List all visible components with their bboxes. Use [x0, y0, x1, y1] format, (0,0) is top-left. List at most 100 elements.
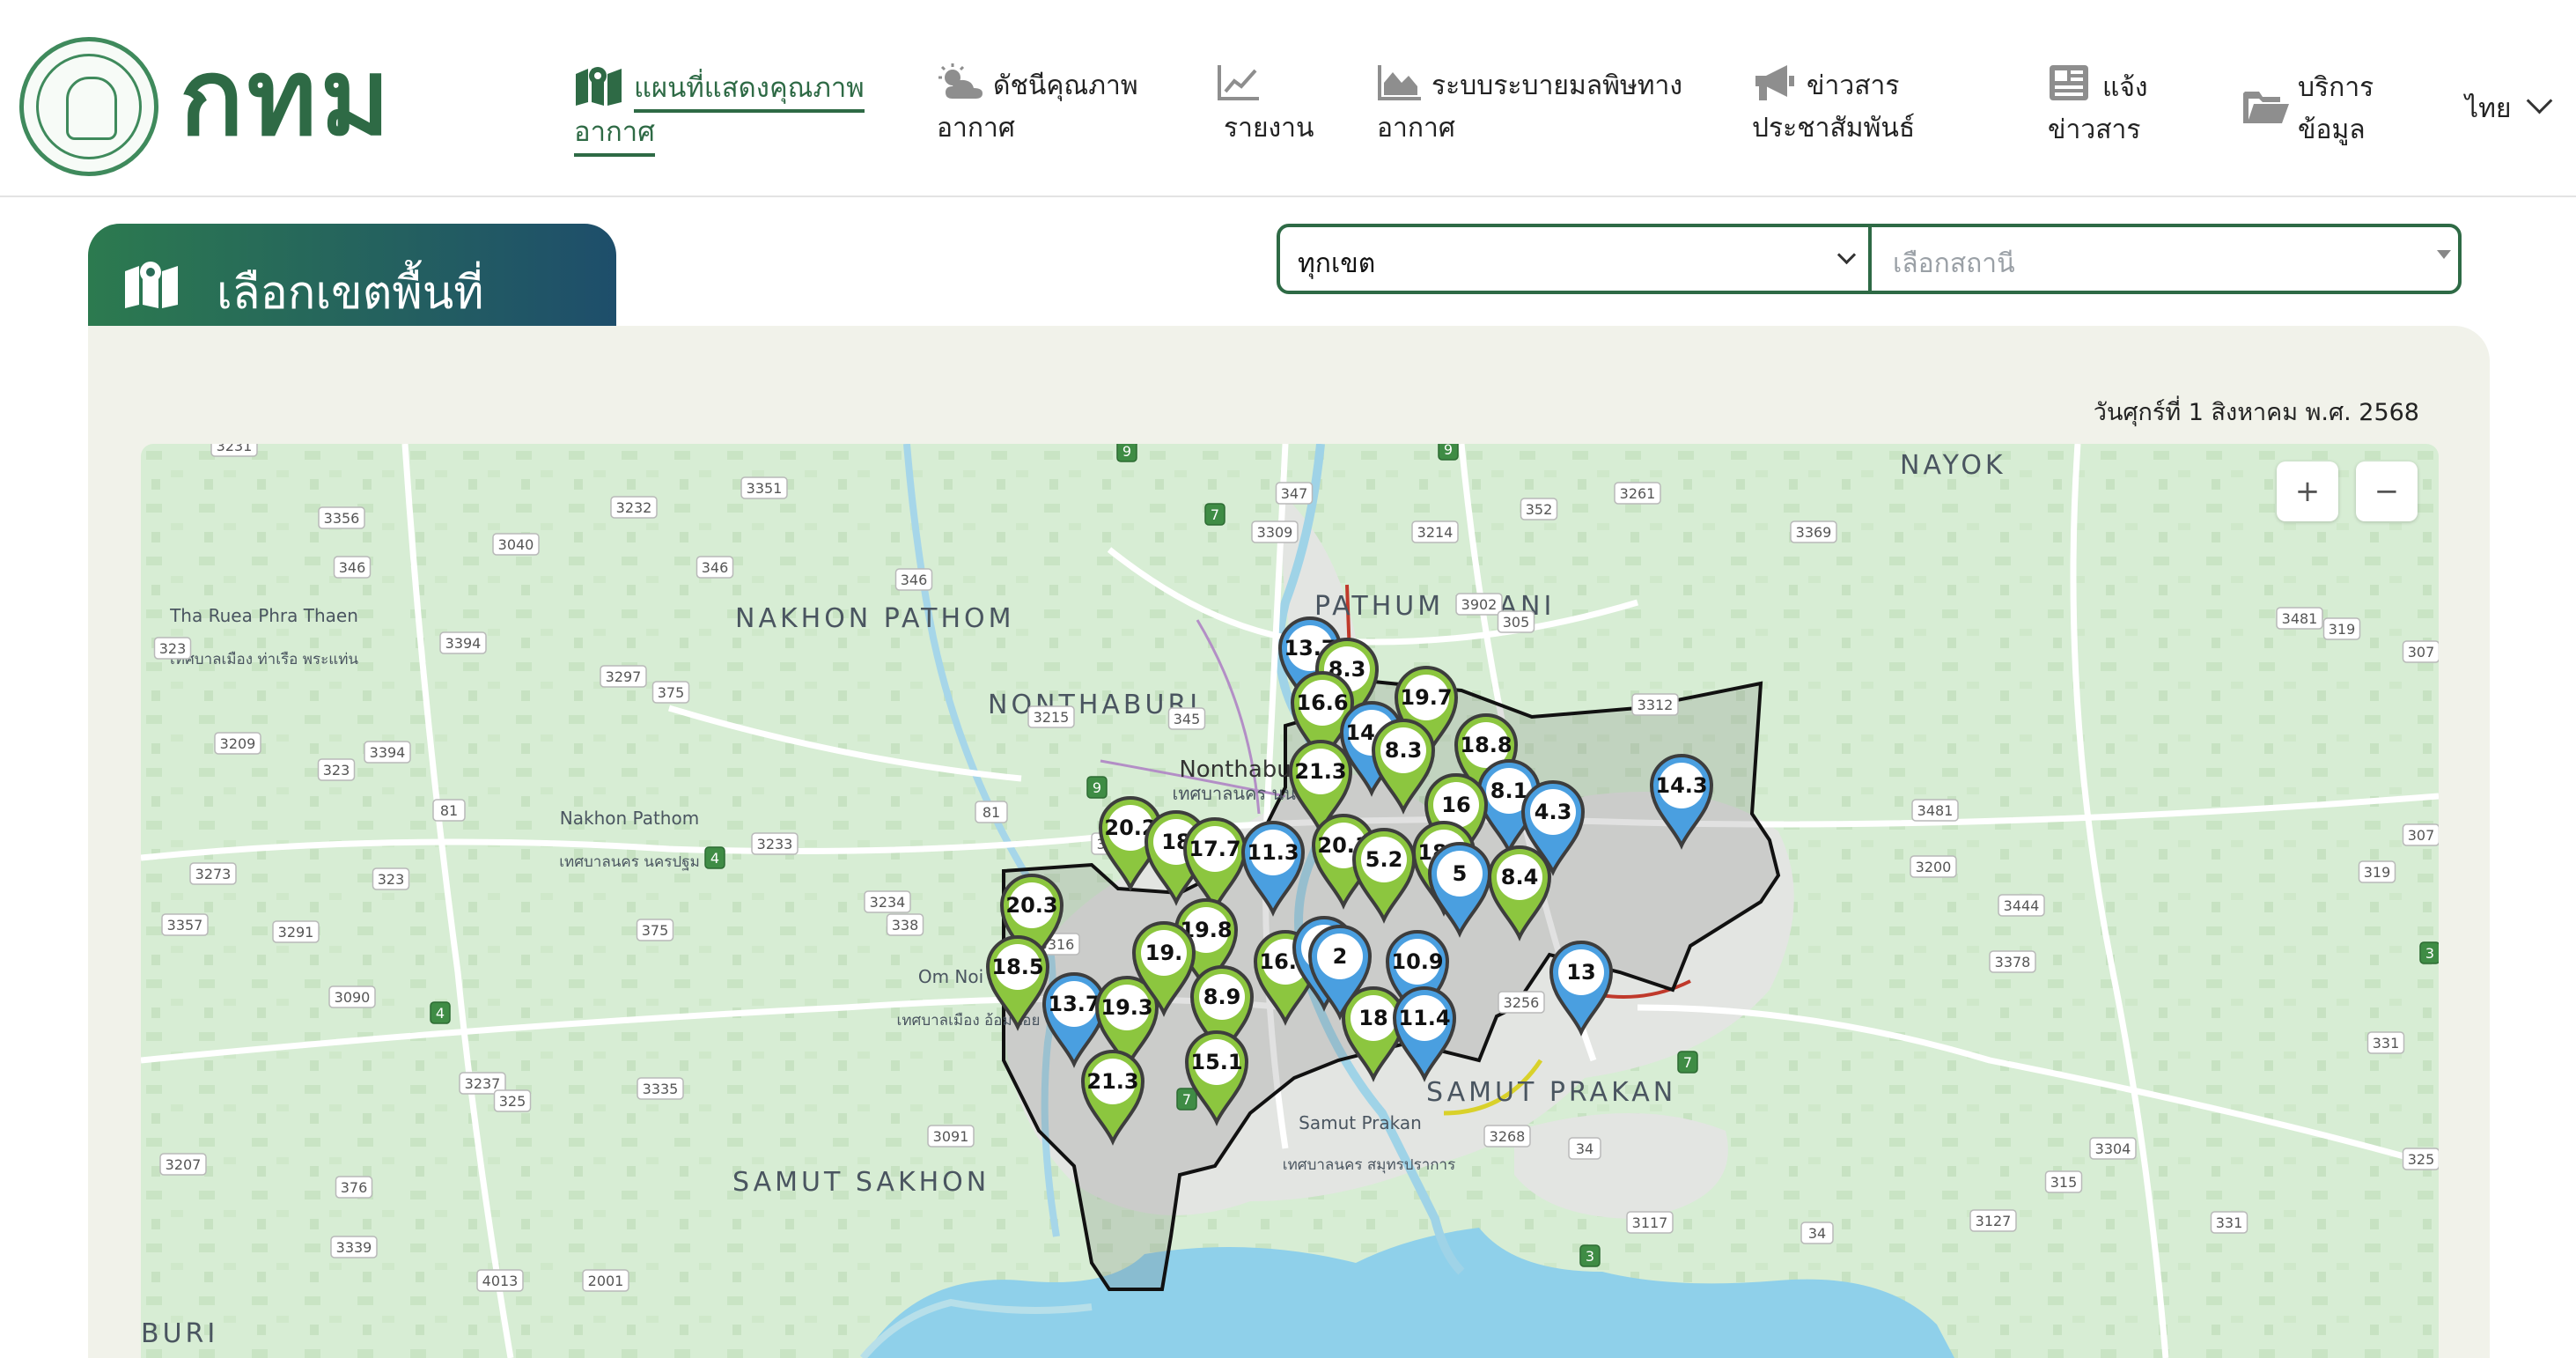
province-label: NAKHON PATHOM	[735, 603, 1015, 634]
road-number-label: 323	[153, 637, 192, 660]
zoom-out-button[interactable]: −	[2356, 461, 2418, 521]
svg-text:3234: 3234	[870, 894, 906, 911]
road-number-label: 3040	[492, 533, 540, 556]
road-number-label: 3	[1579, 1244, 1601, 1267]
nav-public-relations-news[interactable]: ข่าวสาร ประชาสัมพันธ์	[1752, 63, 1963, 160]
svg-text:3309: 3309	[1257, 524, 1293, 541]
chevron-down-icon[interactable]	[1836, 245, 1857, 265]
nav-label-line1: แผนที่แสดงคุณภาพ	[634, 67, 865, 113]
city-label: เทศบาลนคร สมุทรปราการ	[1283, 1156, 1455, 1174]
road-number-label: 331	[2210, 1211, 2248, 1234]
road-number-label: 7	[1204, 503, 1225, 526]
svg-text:3312: 3312	[1638, 697, 1674, 713]
air-quality-map[interactable]: NAKHON PATHOM NONTHABURI PATHUM THANI SA…	[141, 444, 2439, 1358]
road-number-label: 3356	[318, 506, 365, 529]
svg-text:3481: 3481	[1917, 802, 1954, 819]
svg-text:81: 81	[983, 804, 1000, 821]
svg-text:3127: 3127	[1976, 1213, 2012, 1229]
road-number-label: 3	[2419, 941, 2439, 964]
svg-text:3117: 3117	[1632, 1214, 1668, 1231]
svg-text:331: 331	[2373, 1035, 2400, 1052]
nav-label-line2: รายงาน	[1224, 113, 1314, 144]
nav-label-line1: ข่าวสาร	[1807, 70, 1900, 101]
logo-wordmark[interactable]: กทม	[180, 46, 394, 151]
station-marker-value: 18	[1358, 1006, 1387, 1030]
station-marker-value: 20.3	[1005, 893, 1057, 918]
svg-text:3: 3	[2425, 945, 2434, 962]
station-marker-value: 19.7	[1400, 685, 1452, 710]
nav-label-line2: อากาศ	[1377, 113, 1455, 144]
svg-text:9: 9	[1093, 779, 1101, 796]
nav-label-line1: ดัชนีคุณภาพ	[993, 70, 1138, 101]
nav-aqi[interactable]: ดัชนีคุณภาพ อากาศ	[937, 63, 1148, 160]
svg-text:3351: 3351	[747, 480, 783, 497]
nav-data-service[interactable]: บริการ ข้อมูล	[2241, 63, 2374, 160]
chevron-down-icon[interactable]	[2526, 87, 2553, 114]
station-marker-value: 19.	[1145, 941, 1183, 965]
svg-text:3040: 3040	[498, 536, 534, 553]
road-number-label: 3369	[1790, 520, 1837, 543]
nav-air-quality-map[interactable]: แผนที่แสดงคุณภาพ อากาศ	[574, 63, 865, 160]
road-number-label: 345	[1167, 707, 1206, 730]
svg-text:3256: 3256	[1504, 994, 1540, 1011]
road-number-label: 319	[2322, 617, 2361, 640]
road-number-label: 3232	[610, 496, 658, 519]
province-label: SAMUT PRAKAN	[1426, 1077, 1676, 1108]
svg-text:345: 345	[1174, 711, 1201, 727]
zoom-in-button[interactable]: +	[2277, 461, 2338, 521]
svg-text:7: 7	[1683, 1054, 1692, 1071]
language-selector[interactable]: ไทย	[2465, 88, 2511, 129]
svg-text:3394: 3394	[370, 744, 406, 761]
road-number-label: 331	[2366, 1031, 2405, 1054]
road-number-label: 3291	[272, 920, 320, 943]
nav-report-news[interactable]: แจ้ง ข่าวสาร	[2048, 63, 2197, 160]
svg-text:307: 307	[2408, 644, 2435, 661]
svg-text:338: 338	[892, 917, 919, 934]
caret-down-icon[interactable]	[2437, 250, 2451, 259]
svg-text:352: 352	[1526, 501, 1553, 518]
city-label: Samut Prakan	[1299, 1112, 1422, 1133]
svg-text:9: 9	[1444, 444, 1453, 458]
svg-text:3237: 3237	[465, 1075, 501, 1092]
svg-text:3339: 3339	[336, 1239, 372, 1256]
map-canvas[interactable]: NAKHON PATHOM NONTHABURI PATHUM THANI SA…	[141, 444, 2439, 1358]
nav-label-line2: อากาศ	[937, 113, 1015, 144]
weather-icon	[938, 63, 983, 99]
road-number-label: 3339	[330, 1236, 378, 1258]
nav-pollution-emission-system[interactable]: ระบบระบายมลพิษทาง อากาศ	[1377, 63, 1685, 160]
svg-text:3207: 3207	[166, 1156, 202, 1173]
station-marker-value: 13.7	[1048, 992, 1100, 1016]
station-marker-value: 18.5	[991, 955, 1043, 979]
map-marker-icon	[125, 262, 178, 308]
road-number-label: 3297	[600, 665, 647, 688]
road-number-label: 315	[2044, 1170, 2083, 1193]
road-number-label: 9	[1086, 776, 1108, 799]
svg-text:375: 375	[642, 922, 669, 939]
road-number-label: 305	[1497, 610, 1535, 633]
nav-report[interactable]: รายงาน	[1217, 63, 1331, 160]
svg-text:323: 323	[378, 871, 405, 888]
svg-text:307: 307	[2408, 827, 2435, 844]
svg-text:3291: 3291	[278, 924, 314, 941]
svg-text:4: 4	[436, 1005, 445, 1022]
road-number-label: 3231	[210, 444, 258, 457]
road-number-label: 4	[704, 846, 725, 869]
road-number-label: 3335	[637, 1077, 684, 1100]
road-number-label: 9	[1116, 444, 1137, 462]
station-select[interactable]: เลือกสถานี	[1893, 243, 2015, 284]
road-number-label: 3215	[1027, 705, 1075, 728]
road-number-label: 3261	[1614, 482, 1661, 505]
road-number-label: 3256	[1498, 991, 1545, 1014]
road-number-label: 3394	[364, 741, 411, 764]
city-label: Om Noi	[918, 966, 983, 987]
svg-text:319: 319	[2364, 864, 2391, 881]
road-number-label: 307	[2402, 640, 2439, 663]
svg-text:9: 9	[1122, 444, 1131, 460]
city-label: Tha Ruea Phra Thaen	[169, 605, 358, 626]
road-number-label: 3214	[1411, 520, 1459, 543]
svg-text:3090: 3090	[335, 989, 371, 1006]
svg-text:315: 315	[2050, 1174, 2078, 1191]
district-select[interactable]: ทุกเขต	[1298, 243, 1375, 284]
bma-seal-logo[interactable]	[19, 37, 158, 176]
svg-text:3369: 3369	[1796, 524, 1832, 541]
